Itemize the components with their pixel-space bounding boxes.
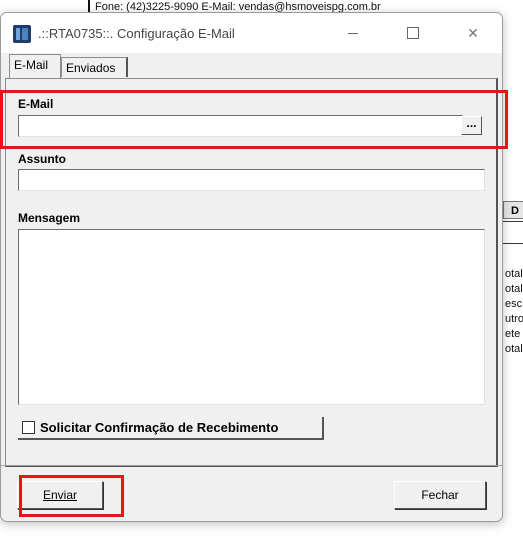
tab-enviados[interactable]: Enviados bbox=[61, 57, 128, 77]
background-row: esc bbox=[505, 298, 523, 310]
email-field[interactable] bbox=[18, 115, 463, 137]
background-divider bbox=[503, 221, 523, 222]
maximize-button[interactable] bbox=[390, 17, 436, 49]
window-title: .::RTA0735::. Configuração E-Mail bbox=[38, 26, 235, 41]
confirm-receipt-label: Solicitar Confirmação de Recebimento bbox=[40, 420, 279, 435]
background-row: otal bbox=[505, 283, 523, 295]
background-row: otal bbox=[505, 268, 523, 280]
background-row: utro bbox=[505, 313, 523, 325]
message-textarea[interactable] bbox=[18, 229, 485, 405]
title-bar[interactable]: .::RTA0735::. Configuração E-Mail ✕ bbox=[1, 13, 502, 53]
background-table-header: D bbox=[503, 201, 523, 219]
close-button[interactable]: Fechar bbox=[394, 481, 486, 509]
subject-field[interactable] bbox=[18, 169, 485, 191]
close-button-label: Fechar bbox=[421, 488, 459, 502]
send-button[interactable]: Enviar bbox=[17, 481, 103, 509]
close-window-button[interactable]: ✕ bbox=[450, 17, 496, 49]
send-button-label: Enviar bbox=[42, 488, 77, 502]
subject-label: Assunto bbox=[18, 152, 66, 166]
confirm-receipt-option[interactable]: Solicitar Confirmação de Recebimento bbox=[18, 417, 324, 440]
email-config-dialog: .::RTA0735::. Configuração E-Mail ✕ E-Ma… bbox=[0, 12, 503, 522]
tab-email[interactable]: E-Mail bbox=[9, 54, 61, 78]
background-table: D otal otal esc utro ete otal bbox=[503, 181, 523, 381]
minimize-icon bbox=[348, 32, 358, 34]
email-label: E-Mail bbox=[18, 97, 54, 111]
background-divider bbox=[503, 243, 523, 244]
close-icon: ✕ bbox=[467, 24, 479, 41]
confirm-receipt-checkbox[interactable] bbox=[22, 421, 35, 434]
message-label: Mensagem bbox=[18, 211, 81, 225]
minimize-button[interactable] bbox=[330, 17, 376, 49]
maximize-icon bbox=[407, 27, 419, 39]
app-logo-icon bbox=[13, 25, 31, 43]
footer-divider bbox=[1, 465, 502, 466]
background-row: otal bbox=[505, 343, 523, 355]
email-lookup-button[interactable]: ... bbox=[461, 116, 482, 135]
background-row: ete bbox=[505, 328, 521, 340]
